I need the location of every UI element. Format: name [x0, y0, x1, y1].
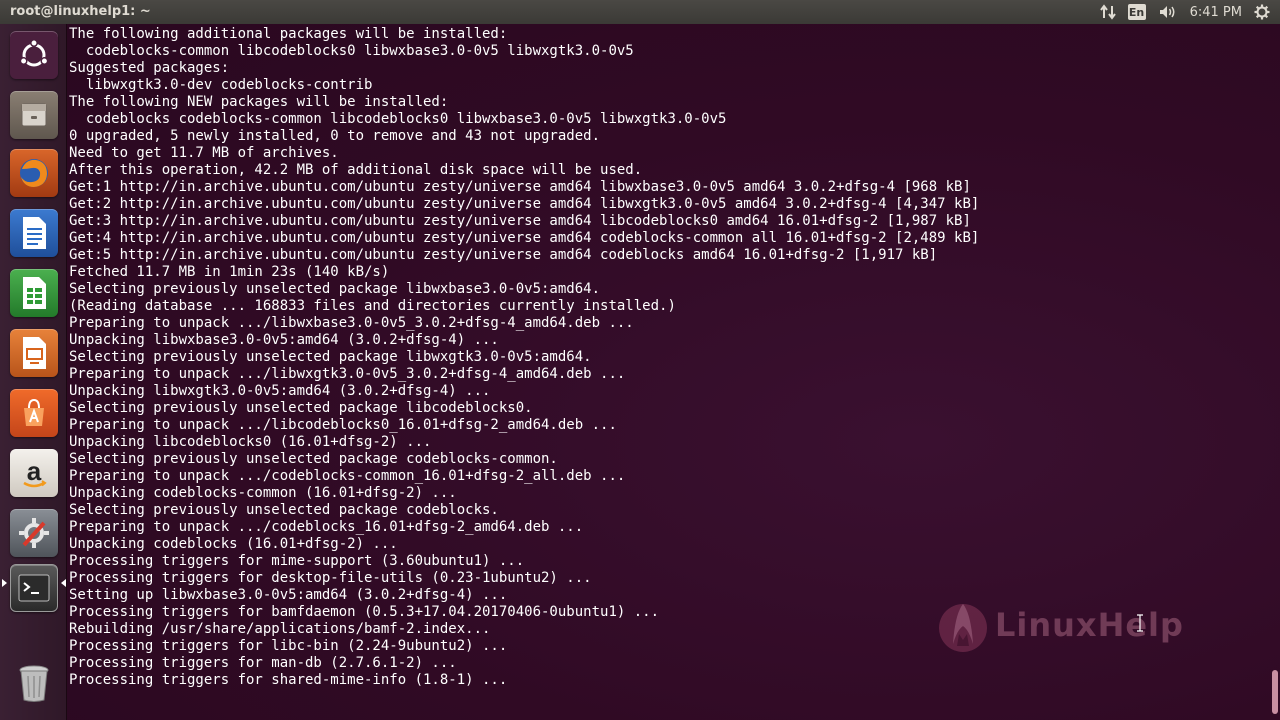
- ubuntu-dash-icon[interactable]: [10, 31, 58, 79]
- terminal-line: Get:3 http://in.archive.ubuntu.com/ubunt…: [69, 213, 971, 229]
- clock[interactable]: 6:41 PM: [1190, 0, 1242, 24]
- linuxhelp-watermark: LinuxHelp: [935, 596, 1184, 654]
- indicator-area: En 6:41 PM: [1099, 0, 1270, 24]
- terminal-line: Preparing to unpack .../codeblocks-commo…: [69, 468, 626, 484]
- terminal-line: Preparing to unpack .../libcodeblocks0_1…: [69, 417, 617, 433]
- launcher: a: [0, 24, 67, 720]
- terminal-line: Preparing to unpack .../libwxgtk3.0-0v5_…: [69, 366, 626, 382]
- terminal-line: Processing triggers for man-db (2.7.6.1-…: [69, 655, 457, 671]
- terminal-icon[interactable]: [10, 564, 58, 612]
- terminal-line: codeblocks-common libcodeblocks0 libwxba…: [69, 43, 634, 59]
- libreoffice-writer-icon[interactable]: [10, 209, 58, 257]
- focused-indicator: [61, 579, 66, 587]
- window-title: root@linuxhelp1: ~: [10, 4, 151, 19]
- trash-icon[interactable]: [10, 659, 58, 707]
- system-gear-icon[interactable]: [1254, 0, 1270, 24]
- terminal-line: Unpacking libwxgtk3.0-0v5:amd64 (3.0.2+d…: [69, 383, 491, 399]
- libreoffice-impress-icon[interactable]: [10, 329, 58, 377]
- top-panel: root@linuxhelp1: ~ En 6:41 PM: [0, 0, 1280, 24]
- terminal-line: codeblocks codeblocks-common libcodebloc…: [69, 111, 727, 127]
- terminal-output[interactable]: The following additional packages will b…: [69, 26, 1259, 689]
- svg-text:a: a: [27, 456, 42, 486]
- keyboard-layout-label: En: [1127, 4, 1146, 20]
- terminal-line: The following additional packages will b…: [69, 26, 508, 42]
- terminal-line: Unpacking codeblocks (16.01+dfsg-2) ...: [69, 536, 398, 552]
- firefox-icon[interactable]: [10, 149, 58, 197]
- scrollbar[interactable]: [1268, 24, 1280, 720]
- terminal-line: Get:2 http://in.archive.ubuntu.com/ubunt…: [69, 196, 980, 212]
- terminal-line: 0 upgraded, 5 newly installed, 0 to remo…: [69, 128, 601, 144]
- terminal-line: Unpacking libcodeblocks0 (16.01+dfsg-2) …: [69, 434, 432, 450]
- running-indicator: [2, 579, 7, 587]
- system-settings-icon[interactable]: [10, 509, 58, 557]
- scrollbar-thumb[interactable]: [1272, 670, 1278, 714]
- volume-icon[interactable]: [1158, 0, 1178, 24]
- terminal-line: Get:1 http://in.archive.ubuntu.com/ubunt…: [69, 179, 971, 195]
- terminal-line: After this operation, 42.2 MB of additio…: [69, 162, 643, 178]
- files-icon[interactable]: [10, 91, 58, 139]
- terminal-line: Processing triggers for desktop-file-uti…: [69, 570, 592, 586]
- terminal-line: libwxgtk3.0-dev codeblocks-contrib: [69, 77, 373, 93]
- terminal-line: (Reading database ... 168833 files and d…: [69, 298, 676, 314]
- terminal-line: Fetched 11.7 MB in 1min 23s (140 kB/s): [69, 264, 390, 280]
- linuxhelp-logo-icon: [939, 604, 987, 652]
- terminal-line: Selecting previously unselected package …: [69, 281, 601, 297]
- terminal-line: Selecting previously unselected package …: [69, 400, 533, 416]
- libreoffice-calc-icon[interactable]: [10, 269, 58, 317]
- terminal-line: Unpacking libwxbase3.0-0v5:amd64 (3.0.2+…: [69, 332, 499, 348]
- terminal-line: Selecting previously unselected package …: [69, 502, 499, 518]
- terminal-line: Preparing to unpack .../libwxbase3.0-0v5…: [69, 315, 634, 331]
- network-transfer-icon[interactable]: [1099, 0, 1116, 24]
- terminal-line: Suggested packages:: [69, 60, 230, 76]
- text-cursor-icon: [1137, 614, 1143, 632]
- terminal-line: Unpacking codeblocks-common (16.01+dfsg-…: [69, 485, 457, 501]
- terminal-line: Preparing to unpack .../codeblocks_16.01…: [69, 519, 584, 535]
- terminal-line: Get:5 http://in.archive.ubuntu.com/ubunt…: [69, 247, 938, 263]
- terminal-line: Selecting previously unselected package …: [69, 451, 558, 467]
- terminal-line: Processing triggers for mime-support (3.…: [69, 553, 525, 569]
- terminal-line: Selecting previously unselected package …: [69, 349, 592, 365]
- watermark-text: LinuxHelp: [995, 606, 1184, 644]
- amazon-icon[interactable]: a: [10, 449, 58, 497]
- terminal-line: Processing triggers for shared-mime-info…: [69, 672, 508, 688]
- ubuntu-software-icon[interactable]: [10, 389, 58, 437]
- terminal-line: Need to get 11.7 MB of archives.: [69, 145, 339, 161]
- terminal-line: Get:4 http://in.archive.ubuntu.com/ubunt…: [69, 230, 980, 246]
- keyboard-icon[interactable]: En: [1127, 0, 1146, 24]
- terminal-line: The following NEW packages will be insta…: [69, 94, 449, 110]
